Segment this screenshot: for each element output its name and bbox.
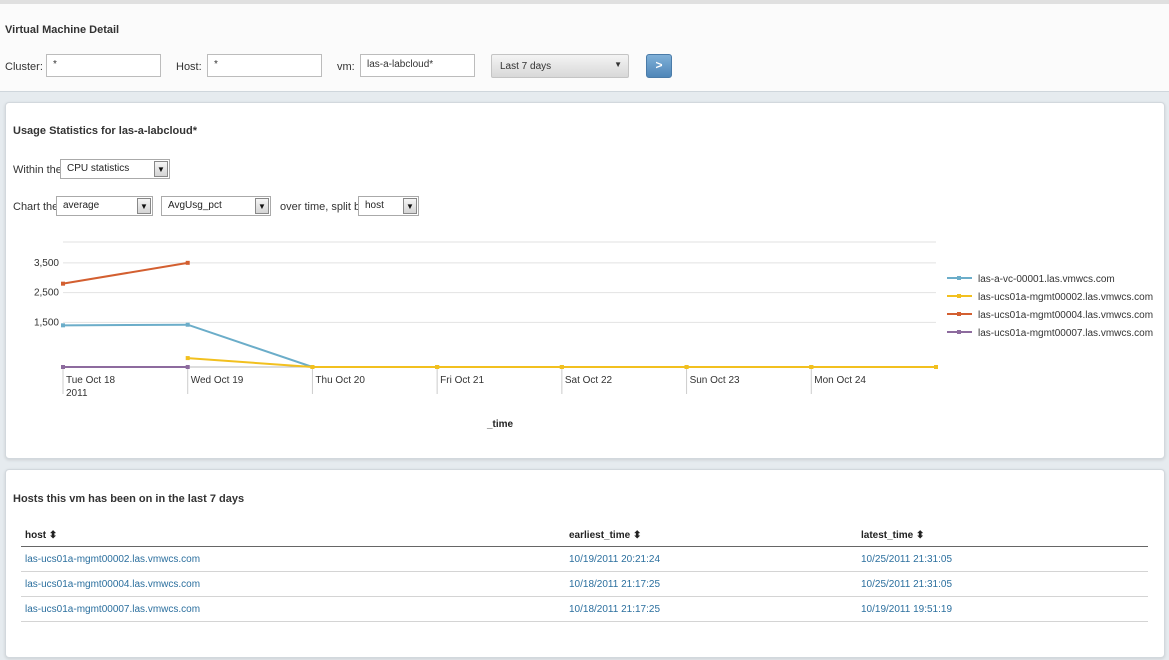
x-tick-label: Sat Oct 22 — [565, 375, 613, 386]
data-point — [185, 322, 190, 327]
x-tick-label: Mon Oct 24 — [814, 375, 866, 386]
legend-swatch-marker — [957, 294, 961, 298]
table-row-divider — [21, 571, 1148, 572]
table-cell-host[interactable]: las-ucs01a-mgmt00007.las.vmwcs.com — [25, 604, 200, 615]
x-tick-label: Fri Oct 21 — [440, 375, 484, 386]
data-point — [61, 281, 65, 286]
y-tick-label: 3,500 — [34, 258, 59, 269]
x-tick-label: Wed Oct 19 — [191, 375, 244, 386]
data-point — [809, 365, 814, 369]
data-point — [559, 365, 564, 369]
sort-icon: ⬍ — [916, 530, 925, 541]
table-cell-earliest-time[interactable]: 10/18/2011 21:17:25 — [569, 579, 660, 590]
data-point — [61, 365, 65, 369]
table-cell-earliest-time[interactable]: 10/18/2011 21:17:25 — [569, 604, 660, 615]
column-header-label: latest_time — [861, 530, 914, 541]
table-row-divider — [21, 621, 1148, 622]
data-point — [185, 260, 190, 265]
legend-swatch-marker — [957, 330, 961, 334]
data-point — [61, 323, 65, 328]
column-header-host[interactable]: host ⬍ — [25, 530, 57, 541]
column-header-label: earliest_time — [569, 530, 631, 541]
table-cell-latest-time[interactable]: 10/19/2011 19:51:19 — [861, 604, 952, 615]
legend-swatch-marker — [957, 312, 961, 316]
x-axis-title: _time — [486, 419, 514, 430]
table-cell-host[interactable]: las-ucs01a-mgmt00002.las.vmwcs.com — [25, 554, 200, 565]
legend-entry: las-ucs01a-mgmt00007.las.vmwcs.com — [978, 328, 1153, 339]
column-header-label: host — [25, 530, 47, 541]
sort-icon: ⬍ — [632, 530, 642, 541]
x-tick-label: Tue Oct 18 — [66, 375, 116, 386]
y-tick-label: 2,500 — [34, 288, 59, 299]
table-row-divider — [21, 596, 1148, 597]
data-point — [435, 365, 440, 369]
legend-entry: las-a-vc-00001.las.vmwcs.com — [978, 274, 1115, 285]
x-year-label: 2011 — [66, 388, 88, 399]
data-point — [934, 365, 938, 369]
table-cell-host[interactable]: las-ucs01a-mgmt00004.las.vmwcs.com — [25, 579, 200, 590]
data-point — [185, 356, 190, 361]
x-tick-label: Thu Oct 20 — [315, 375, 365, 386]
y-tick-label: 1,500 — [34, 317, 59, 328]
table-cell-latest-time[interactable]: 10/25/2011 21:31:05 — [861, 579, 952, 590]
table-cell-earliest-time[interactable]: 10/19/2011 20:21:24 — [569, 554, 660, 565]
column-header-earliest-time[interactable]: earliest_time ⬍ — [569, 530, 641, 541]
table-cell-latest-time[interactable]: 10/25/2011 21:31:05 — [861, 554, 952, 565]
data-point — [684, 365, 689, 369]
series-line — [62, 323, 936, 368]
legend-entry: las-ucs01a-mgmt00002.las.vmwcs.com — [978, 292, 1153, 303]
legend-swatch-marker — [957, 276, 961, 280]
column-header-latest-time[interactable]: latest_time ⬍ — [861, 530, 924, 541]
sort-icon: ⬍ — [48, 530, 58, 541]
legend-entry: las-ucs01a-mgmt00004.las.vmwcs.com — [978, 310, 1153, 321]
series-line — [62, 261, 188, 285]
data-point — [185, 365, 190, 369]
x-tick-label: Sun Oct 23 — [690, 375, 740, 386]
usage-line-chart: 1,500 2,500 3,500 Tue Oct 18 Wed Oct 19 Thu O… — [34, 241, 1153, 430]
table-header-divider — [21, 546, 1148, 547]
data-point — [310, 365, 315, 369]
hosts-panel-title: Hosts this vm has been on in the last 7 … — [13, 493, 245, 505]
